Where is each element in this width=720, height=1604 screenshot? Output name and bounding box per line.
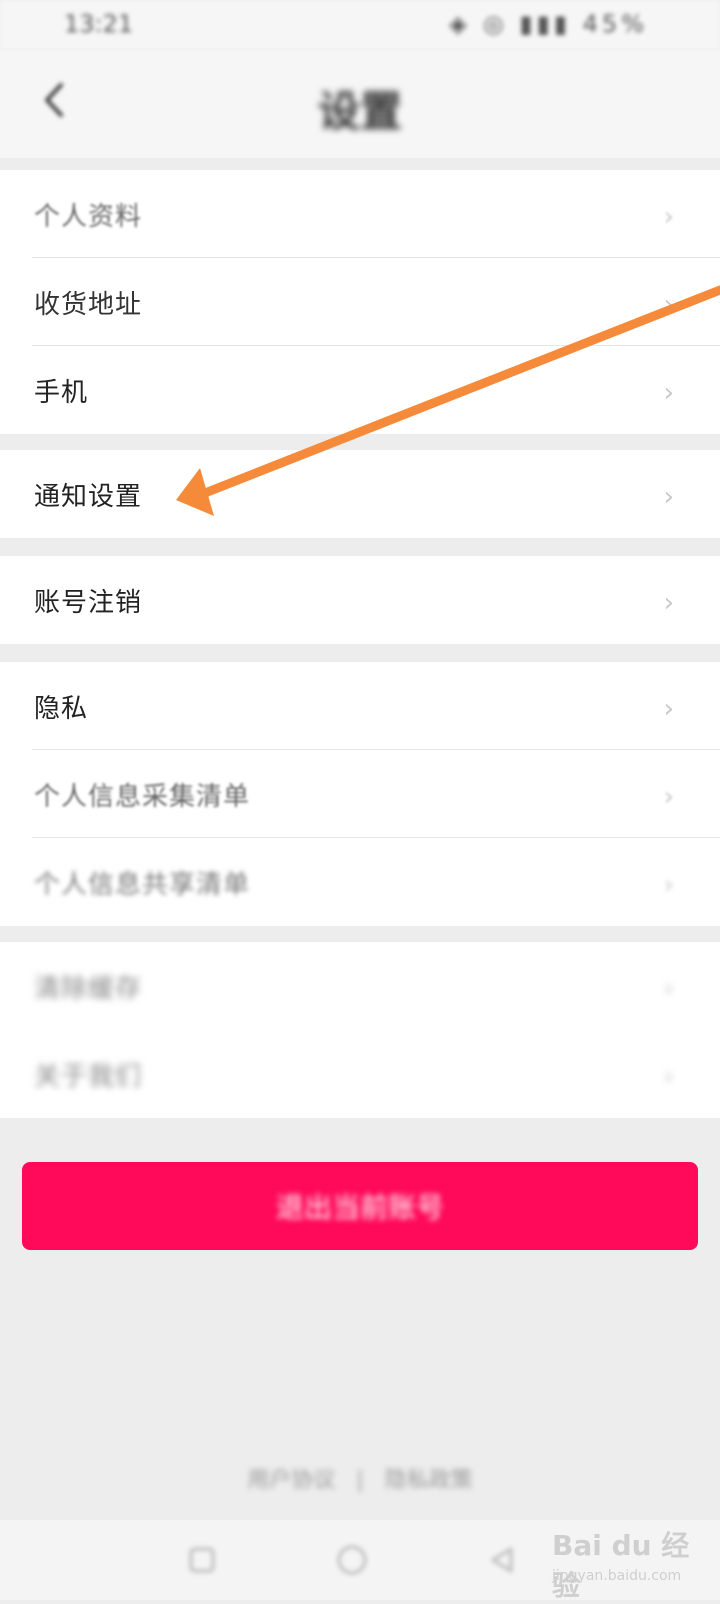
chevron-right-icon: › <box>663 290 674 320</box>
logout-button-label: 退出当前账号 <box>275 1191 444 1224</box>
settings-item-label: 通知设置 <box>34 481 143 512</box>
user-agreement-link[interactable]: 用户协议 <box>247 1468 335 1493</box>
chevron-right-icon: › <box>663 870 674 900</box>
settings-item-label: 账号注销 <box>34 587 143 618</box>
watermark-text: Bai du 经验 <box>552 1529 690 1602</box>
settings-group-deactivate: 账号注销 › <box>0 556 720 644</box>
chevron-right-icon: › <box>663 378 674 408</box>
settings-group-privacy: 隐私 › 个人信息采集清单 › 个人信息共享清单 › <box>0 662 720 926</box>
chevron-right-icon: › <box>663 202 674 232</box>
chevron-right-icon: › <box>663 588 674 618</box>
settings-item-label: 个人信息共享清单 <box>34 869 251 900</box>
settings-item-phone[interactable]: 手机 › <box>0 346 720 434</box>
settings-item-about[interactable]: 关于我们 › <box>0 1030 720 1118</box>
home-icon[interactable] <box>332 1540 372 1580</box>
status-bar: 13:21 ◈ ◎ ▮▮▮ 45% <box>0 0 720 50</box>
settings-item-info-collection[interactable]: 个人信息采集清单 › <box>0 750 720 838</box>
chevron-right-icon: › <box>663 482 674 512</box>
footer-links: 用户协议 | 隐私政策 <box>0 1462 720 1494</box>
settings-item-address[interactable]: 收货地址 › <box>0 258 720 346</box>
settings-item-label: 手机 <box>34 377 89 408</box>
settings-item-label: 关于我们 <box>34 1061 143 1092</box>
page-title: 设置 <box>317 87 402 136</box>
settings-item-clear-cache[interactable]: 清除缓存 › <box>0 942 720 1030</box>
header: 设置 <box>0 50 720 158</box>
status-time: 13:21 <box>64 10 134 38</box>
footer-separator: | <box>356 1468 364 1493</box>
privacy-policy-link[interactable]: 隐私政策 <box>385 1468 473 1493</box>
recent-apps-icon[interactable] <box>182 1540 222 1580</box>
watermark-sub: jingyan.baidu.com <box>552 1568 682 1584</box>
settings-item-info-sharing[interactable]: 个人信息共享清单 › <box>0 838 720 926</box>
settings-item-label: 个人信息采集清单 <box>34 781 251 812</box>
settings-item-profile[interactable]: 个人资料 › <box>0 170 720 258</box>
settings-item-label: 个人资料 <box>34 201 143 232</box>
chevron-right-icon: › <box>663 782 674 812</box>
settings-group-notify: 通知设置 › <box>0 450 720 538</box>
settings-item-privacy[interactable]: 隐私 › <box>0 662 720 750</box>
status-icons: ◈ ◎ ▮▮▮ 45% <box>448 10 648 38</box>
chevron-right-icon: › <box>663 974 674 1004</box>
back-nav-icon[interactable] <box>482 1540 522 1580</box>
settings-item-label: 清除缓存 <box>34 973 143 1004</box>
settings-item-label: 隐私 <box>34 693 89 724</box>
chevron-right-icon: › <box>663 694 674 724</box>
settings-item-deactivate[interactable]: 账号注销 › <box>0 556 720 644</box>
settings-group-account: 个人资料 › 收货地址 › 手机 › <box>0 170 720 434</box>
settings-item-notifications[interactable]: 通知设置 › <box>0 450 720 538</box>
settings-group-misc: 清除缓存 › 关于我们 › <box>0 942 720 1118</box>
chevron-right-icon: › <box>663 1062 674 1092</box>
baidu-jingyan-watermark: Bai du 经验 jingyan.baidu.com <box>552 1524 712 1602</box>
logout-button[interactable]: 退出当前账号 <box>22 1162 698 1250</box>
settings-item-label: 收货地址 <box>34 289 143 320</box>
